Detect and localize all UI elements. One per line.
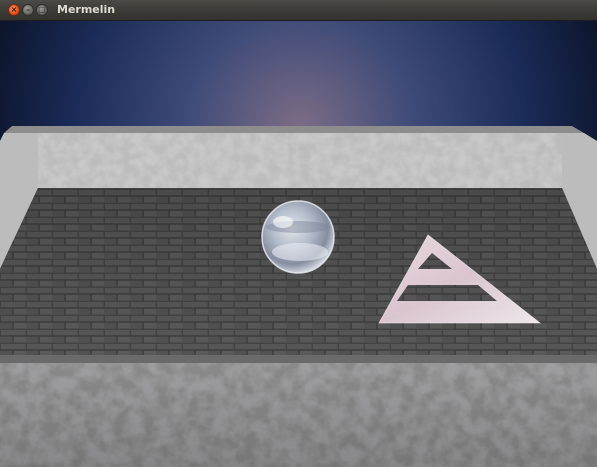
game-viewport[interactable] (0, 21, 597, 467)
back-wall (38, 133, 562, 188)
close-icon: × (10, 5, 18, 14)
minimize-button[interactable]: – (22, 4, 34, 16)
maximize-icon: □ (38, 5, 46, 14)
minimize-icon: – (26, 5, 30, 14)
close-button[interactable]: × (8, 4, 20, 16)
title-bar[interactable]: × – □ Mermelin (0, 0, 597, 21)
front-wall-shading (0, 363, 597, 467)
glass-ball[interactable] (261, 200, 335, 274)
window-title: Mermelin (57, 3, 116, 16)
back-wall-top (4, 126, 584, 133)
scene-canvas[interactable] (0, 21, 597, 467)
game-window: × – □ Mermelin (0, 0, 597, 467)
maximize-button[interactable]: □ (36, 4, 48, 16)
